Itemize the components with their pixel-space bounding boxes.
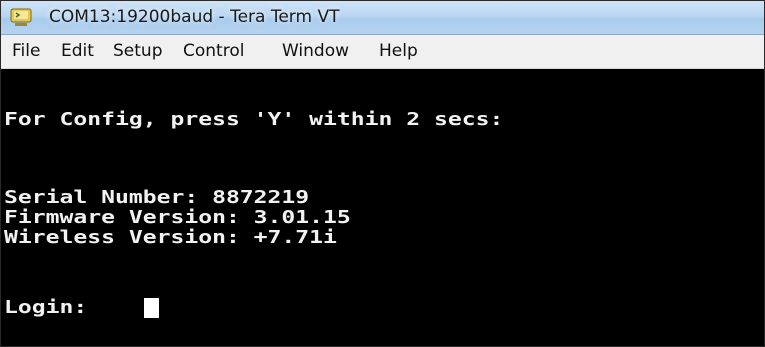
menu-bar: File Edit Setup Control Window Help bbox=[1, 35, 764, 69]
tera-term-window: COM13:19200baud - Tera Term VT File Edit… bbox=[0, 0, 765, 347]
block-cursor bbox=[144, 298, 159, 318]
terminal-line-firmware-version: Firmware Version: 3.01.15 bbox=[4, 207, 351, 228]
terminal-line-serial-number: Serial Number: 8872219 bbox=[4, 187, 310, 208]
menu-edit[interactable]: Edit bbox=[61, 41, 94, 61]
terminal-screen[interactable]: For Config, press 'Y' within 2 secs: Ser… bbox=[1, 69, 764, 346]
terminal-line-config-prompt: For Config, press 'Y' within 2 secs: bbox=[4, 109, 504, 130]
menu-help[interactable]: Help bbox=[379, 41, 418, 61]
window-title: COM13:19200baud - Tera Term VT bbox=[49, 7, 340, 27]
menu-setup[interactable]: Setup bbox=[113, 41, 162, 61]
tera-term-app-icon[interactable] bbox=[10, 7, 32, 27]
title-bar[interactable]: COM13:19200baud - Tera Term VT bbox=[1, 1, 764, 35]
menu-file[interactable]: File bbox=[12, 41, 40, 61]
terminal-line-login-prompt: Login: bbox=[4, 297, 102, 318]
menu-control[interactable]: Control bbox=[183, 41, 244, 61]
terminal-line-wireless-version: Wireless Version: +7.71i bbox=[4, 227, 337, 248]
menu-window[interactable]: Window bbox=[282, 41, 349, 61]
